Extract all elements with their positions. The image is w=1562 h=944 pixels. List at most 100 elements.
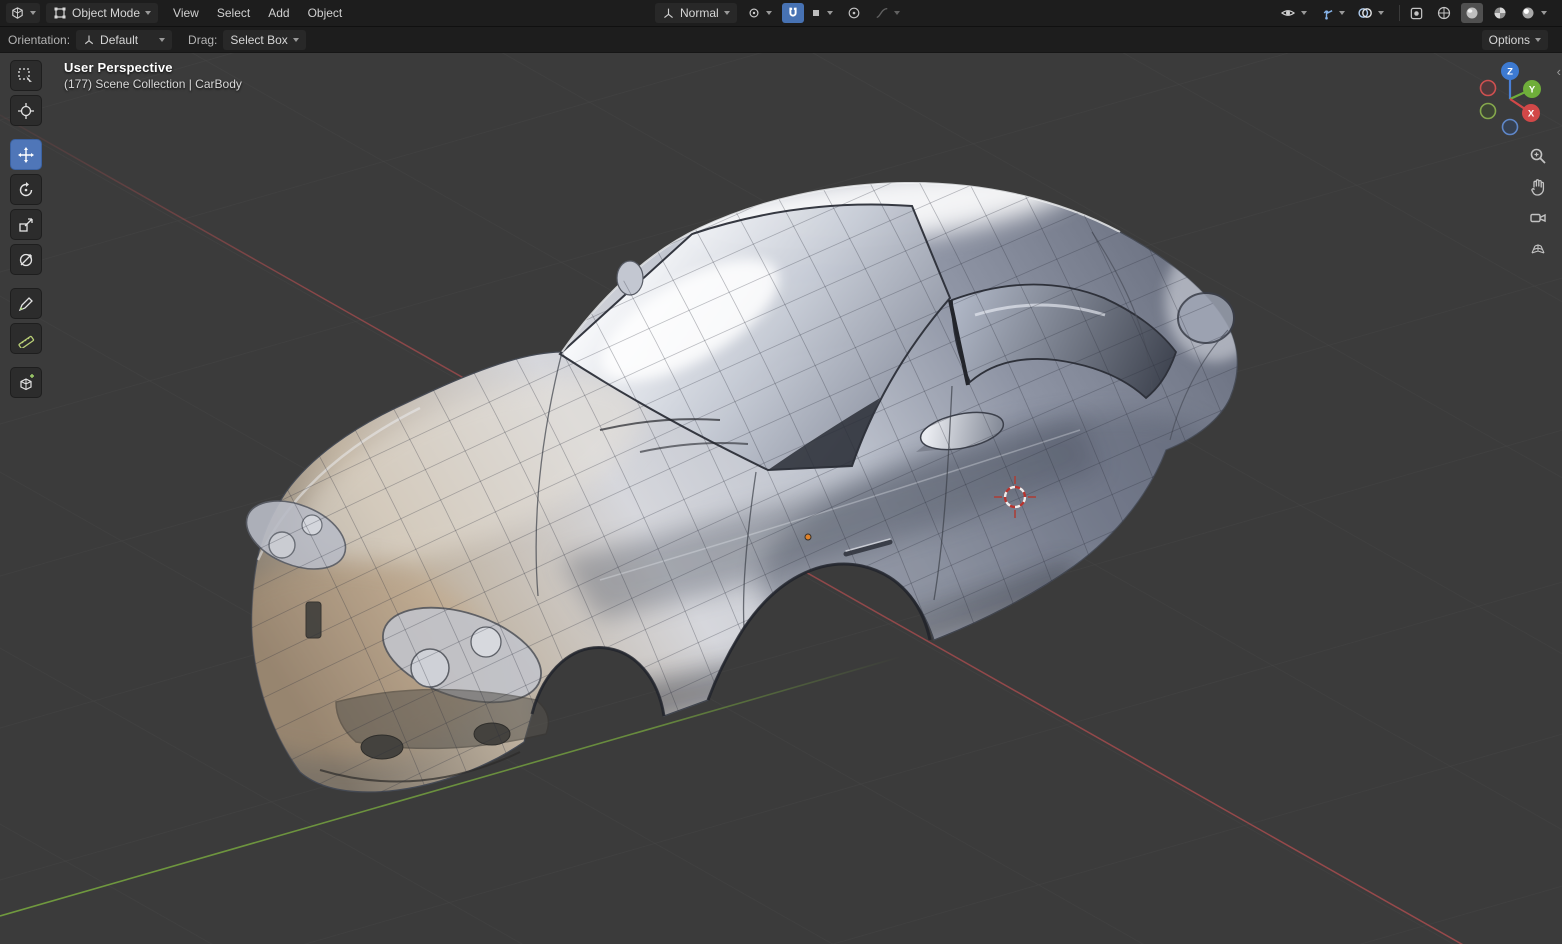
- drag-select[interactable]: Select Box: [223, 29, 306, 50]
- n-panel-toggle[interactable]: ‹: [1557, 64, 1561, 79]
- gizmo-axis-x-positive[interactable]: X: [1522, 104, 1540, 122]
- transform-orientation-dropdown[interactable]: Normal: [655, 3, 737, 23]
- gizmo-x-label: X: [1528, 109, 1535, 120]
- object-visibility-dropdown[interactable]: [1277, 3, 1310, 23]
- select-box-icon: [18, 67, 32, 84]
- gizmo-axis-y-negative[interactable]: [1479, 102, 1497, 120]
- tool-measure[interactable]: [10, 323, 42, 354]
- proportional-icon: [847, 6, 861, 20]
- left-lamp: [268, 531, 296, 559]
- zoom-icon: [1530, 148, 1546, 164]
- mode-dropdown[interactable]: Object Mode: [46, 3, 159, 23]
- material-shading-icon: [1492, 5, 1508, 21]
- gizmo-z-label: Z: [1507, 67, 1513, 78]
- ortho-toggle-button[interactable]: [1526, 237, 1549, 260]
- falloff-dropdown[interactable]: [871, 3, 904, 23]
- pivot-point-dropdown[interactable]: [743, 3, 776, 23]
- camera-view-button[interactable]: [1526, 206, 1549, 229]
- camera-view-icon: [1529, 213, 1546, 222]
- chevron-down-icon: [1535, 37, 1541, 42]
- shading-wireframe-button[interactable]: [1433, 3, 1455, 23]
- chevron-down-icon: [30, 11, 36, 15]
- add-cube-icon: [20, 373, 34, 390]
- shading-material-button[interactable]: [1489, 3, 1511, 23]
- orientation-value: Normal: [680, 6, 719, 20]
- chevron-down-icon: [1378, 11, 1384, 15]
- editor-type-icon: [10, 6, 25, 21]
- overlays-icon: [1357, 5, 1373, 21]
- menu-add[interactable]: Add: [259, 0, 298, 26]
- drag-select-value: Select Box: [230, 32, 288, 47]
- pivot-icon: [747, 6, 761, 20]
- xray-toggle[interactable]: [1406, 3, 1427, 23]
- car-body-object[interactable]: [57, 25, 1364, 944]
- editor-type-selector[interactable]: [6, 3, 40, 23]
- scene-breadcrumb: (177) Scene Collection | CarBody: [64, 77, 242, 91]
- solid-shading-icon: [1464, 5, 1480, 21]
- object-mode-icon: [53, 6, 67, 20]
- chevron-down-icon: [145, 11, 152, 15]
- shading-solid-button[interactable]: [1461, 3, 1483, 23]
- magnet-icon: [786, 6, 800, 20]
- mode-label: Object Mode: [72, 6, 141, 20]
- snap-target-icon: [810, 7, 822, 19]
- chevron-down-icon: [893, 11, 900, 15]
- orientation-icon: [662, 7, 675, 20]
- snap-toggle-button[interactable]: [781, 3, 804, 23]
- viewport-info-overlay: User Perspective (177) Scene Collection …: [64, 60, 242, 91]
- gizmo-arrows-icon: [1319, 6, 1334, 21]
- orientation-icon: [83, 34, 95, 46]
- tool-add-cube[interactable]: [10, 367, 42, 398]
- measure-ruler-icon: [18, 335, 35, 348]
- tool-rotate[interactable]: [10, 174, 42, 205]
- tool-scale[interactable]: [10, 209, 42, 240]
- chevron-down-icon: [723, 11, 730, 15]
- orientation-select[interactable]: Default: [76, 29, 173, 50]
- shading-rendered-button[interactable]: [1517, 3, 1550, 23]
- drag-label: Drag:: [188, 32, 218, 47]
- proportional-editing-toggle[interactable]: [843, 3, 865, 23]
- chevron-down-icon: [826, 11, 833, 15]
- chevron-down-icon: [1339, 11, 1345, 15]
- gizmo-axis-z-negative[interactable]: [1501, 118, 1519, 136]
- navigation-gizmo[interactable]: Z Y X: [1468, 56, 1552, 144]
- scale-tool-icon: [19, 217, 33, 232]
- left-lamp: [301, 514, 323, 536]
- menu-view[interactable]: View: [164, 0, 208, 26]
- show-gizmo-dropdown[interactable]: [1316, 3, 1348, 23]
- tool-cursor[interactable]: [10, 95, 42, 126]
- options-dropdown[interactable]: Options: [1481, 29, 1548, 50]
- tool-transform[interactable]: [10, 244, 42, 275]
- pan-hand-icon: [1530, 178, 1544, 196]
- tool-annotate[interactable]: [10, 288, 42, 319]
- menu-object[interactable]: Object: [299, 0, 352, 26]
- viewport-header: Object Mode View Select Add Object Norma…: [0, 0, 1562, 27]
- options-label: Options: [1488, 32, 1530, 47]
- rendered-shading-icon: [1520, 5, 1536, 21]
- transform-tool-icon: [19, 253, 33, 266]
- cursor-tool-icon: [18, 102, 34, 119]
- zoom-button[interactable]: [1526, 144, 1549, 167]
- gizmo-axis-z-positive[interactable]: Z: [1501, 62, 1519, 80]
- right-lamp: [470, 626, 502, 658]
- quarter-window: [1177, 292, 1235, 344]
- gizmo-y-label: Y: [1529, 85, 1536, 96]
- chevron-down-icon: [1301, 11, 1307, 15]
- visibility-eye-icon: [1280, 5, 1296, 21]
- tool-select-box[interactable]: [10, 60, 42, 91]
- ortho-grid-icon: [1530, 243, 1545, 254]
- xray-icon: [1409, 6, 1424, 21]
- object-origin-dot[interactable]: [804, 533, 812, 541]
- pan-button[interactable]: [1526, 175, 1549, 198]
- view-perspective-label: User Perspective: [64, 60, 173, 75]
- snap-target-dropdown[interactable]: [806, 3, 837, 23]
- viewport-canvas[interactable]: [0, 0, 1562, 944]
- gizmo-axis-x-negative[interactable]: [1479, 79, 1497, 97]
- chevron-down-icon: [1541, 11, 1547, 15]
- chevron-down-icon: [765, 11, 772, 15]
- rotate-tool-icon: [19, 181, 33, 196]
- tool-move[interactable]: [10, 139, 42, 170]
- show-overlays-dropdown[interactable]: [1354, 3, 1387, 23]
- gizmo-axis-y-positive[interactable]: Y: [1523, 80, 1541, 98]
- menu-select[interactable]: Select: [208, 0, 259, 26]
